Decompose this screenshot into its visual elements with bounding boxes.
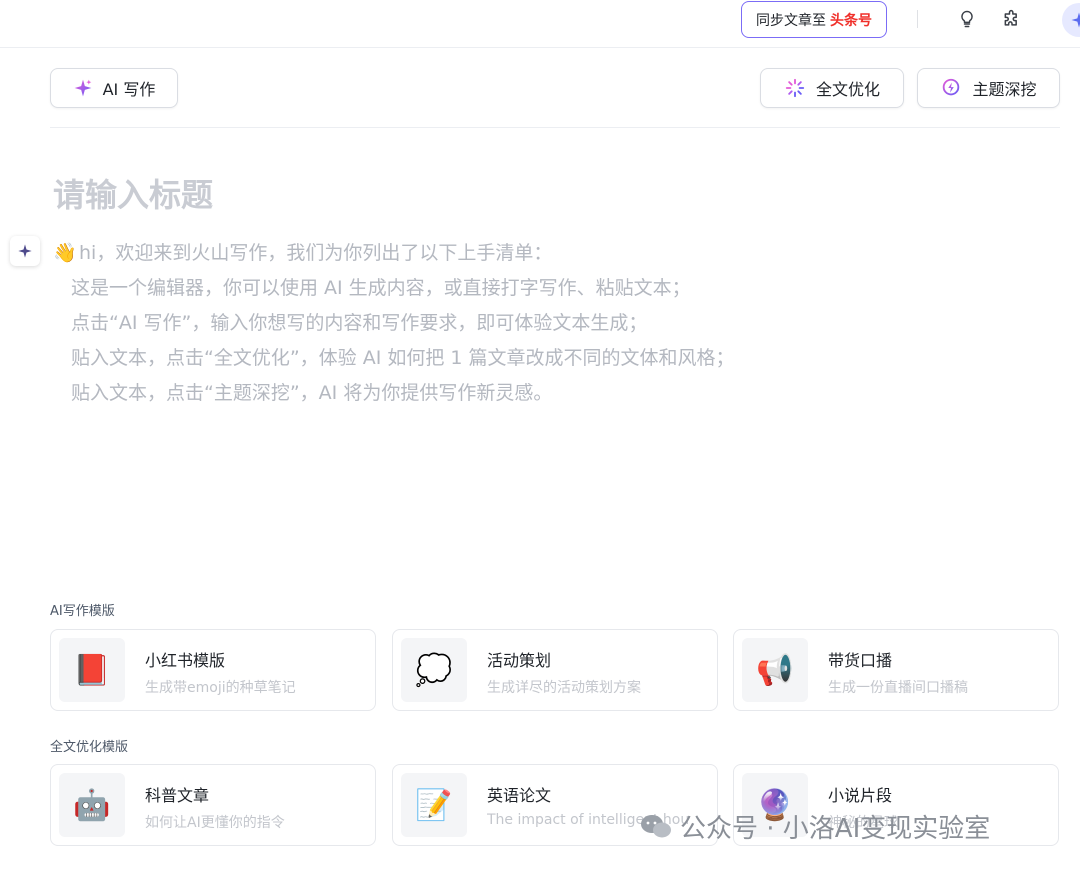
template-card-event-planning[interactable]: 💭 活动策划 生成详尽的活动策划方案 [392,629,718,711]
toutiao-brand: 头条号 [830,12,872,29]
intro-line: 点击“AI 写作”，输入你想写的内容和写作要求，即可体验文本生成； [71,312,648,334]
watermark: 公众号 · 小洛AI变现实验室 [640,808,990,845]
section-label-ai-templates: AI写作模版 [50,604,115,619]
card-title: 小红书模版 [145,651,226,670]
sync-label: 同步文章至 [756,12,826,29]
ai-assist-icon[interactable] [10,236,40,266]
sparkle-icon [18,244,32,258]
red-book-icon: 📕 [59,638,125,702]
thought-bubble-icon: 💭 [401,638,467,702]
topic-dig-label: 主题深挖 [972,80,1037,99]
topic-dig-button[interactable]: 主题深挖 [917,68,1060,108]
divider [50,127,1060,128]
megaphone-icon: 📢 [742,638,808,702]
intro-line: 👋 hi，欢迎来到火山写作，我们为你列出了以下上手清单： [53,236,735,271]
waving-hand-icon: 👋 [53,242,77,264]
top-bar: 同步文章至 头条号 [0,0,1080,48]
sparkle-icon [74,79,91,97]
sparkle-icon [1071,12,1080,28]
card-desc: 如何让AI更懂你的指令 [145,815,285,831]
card-title: 带货口播 [828,651,893,670]
card-desc: 生成带emoji的种草笔记 [145,680,296,696]
card-desc: 生成一份直播间口播稿 [828,680,968,696]
card-title: 活动策划 [487,651,552,670]
full-optimize-label: 全文优化 [815,80,880,99]
plugin-icon[interactable] [1000,7,1024,31]
intro-line: 贴入文本，点击“主题深挖”，AI 将为你提供写作新灵感。 [71,382,553,404]
avatar[interactable] [1062,3,1080,37]
editor-body[interactable]: 👋 hi，欢迎来到火山写作，我们为你列出了以下上手清单： 这是一个编辑器，你可以使… [53,236,735,411]
card-desc: 生成详尽的活动策划方案 [487,680,641,696]
memo-icon: 📝 [401,773,467,837]
full-optimize-button[interactable]: 全文优化 [760,68,904,108]
card-title: 科普文章 [145,786,210,805]
watermark-text: 公众号 · 小洛AI变现实验室 [680,814,991,844]
ai-write-label: AI 写作 [102,80,156,99]
sync-to-toutiao-button[interactable]: 同步文章至 头条号 [741,1,887,38]
intro-line: 这是一个编辑器，你可以使用 AI 生成内容，或直接打字写作、粘贴文本； [71,277,691,299]
template-card-xiaohongshu[interactable]: 📕 小红书模版 生成带emoji的种草笔记 [50,629,376,711]
card-title: 英语论文 [487,786,552,805]
section-label-optimize-templates: 全文优化模版 [50,740,129,755]
burst-icon [785,78,805,98]
template-card-livestream-script[interactable]: 📢 带货口播 生成一份直播间口播稿 [733,629,1059,711]
lightning-bulb-icon [943,78,960,98]
ai-write-button[interactable]: AI 写作 [50,68,178,108]
card-title: 小说片段 [828,786,893,805]
divider [917,10,918,28]
wechat-icon [641,814,671,837]
robot-icon: 🤖 [59,773,125,837]
title-input[interactable]: 请输入标题 [53,170,213,216]
template-card-science-article[interactable]: 🤖 科普文章 如何让AI更懂你的指令 [50,764,376,846]
lightbulb-icon[interactable] [955,7,979,31]
intro-line: 贴入文本，点击“全文优化”，体验 AI 如何把 1 篇文章改成不同的文体和风格； [71,347,735,369]
